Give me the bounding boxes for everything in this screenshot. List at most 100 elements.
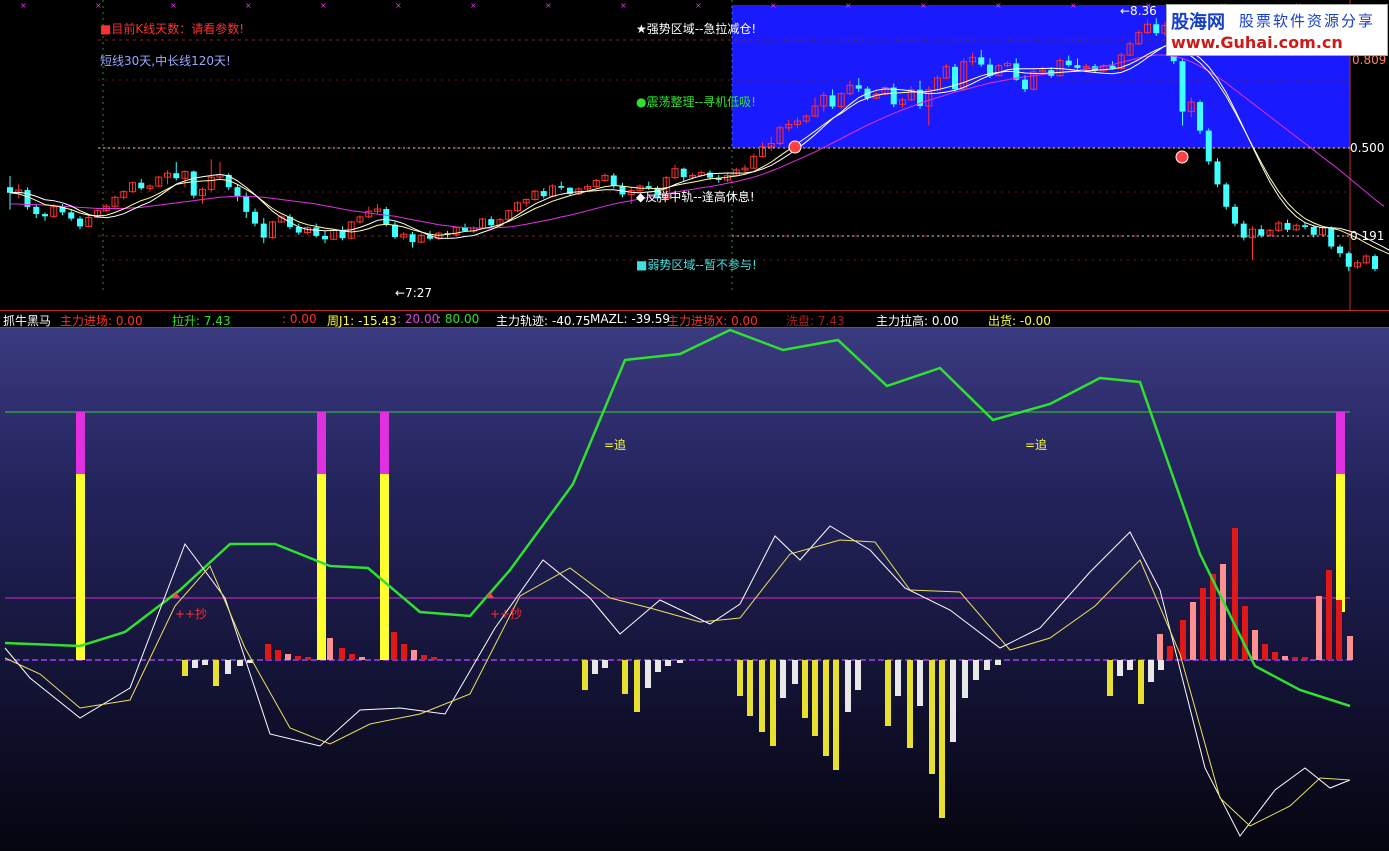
negative-bar bbox=[802, 660, 808, 718]
candle bbox=[1240, 223, 1247, 238]
buy-label-2: ++抄 bbox=[490, 607, 523, 621]
top-marker: × bbox=[245, 1, 252, 10]
negative-bar bbox=[213, 660, 219, 686]
candle bbox=[7, 187, 13, 193]
price-chart-panel[interactable]: ×××××××××××××××××× ■目前K线天数：请看参数! 短线30天,中… bbox=[0, 0, 1389, 310]
negative-bar bbox=[907, 660, 913, 748]
red-bar bbox=[1220, 564, 1226, 660]
candle bbox=[1345, 253, 1352, 267]
red-bar bbox=[265, 644, 271, 660]
indicator-main-entry: 主力进场: 0.00 bbox=[60, 314, 143, 328]
negative-bar bbox=[962, 660, 968, 698]
candle bbox=[488, 219, 495, 226]
red-bar bbox=[1200, 588, 1206, 660]
negative-bar bbox=[845, 660, 851, 712]
candle bbox=[1109, 65, 1116, 69]
red-bar bbox=[391, 632, 397, 660]
red-bar bbox=[411, 650, 417, 660]
indicator-name: 抓牛黑马 bbox=[3, 314, 52, 328]
red-bar bbox=[421, 655, 427, 660]
indicator-level-20: : 20.00 bbox=[397, 312, 440, 326]
candle bbox=[558, 186, 565, 188]
negative-bar bbox=[929, 660, 935, 774]
indicator-pull-up: 拉升: 7.43 bbox=[172, 314, 231, 328]
candle bbox=[383, 209, 390, 225]
candle bbox=[890, 87, 897, 105]
candle bbox=[243, 196, 250, 212]
y-label-mid: 0.500 bbox=[1350, 141, 1385, 155]
candle bbox=[1223, 184, 1230, 207]
indicator-main-raise: 主力拉高: 0.00 bbox=[876, 314, 959, 328]
candle bbox=[252, 211, 258, 224]
top-marker: × bbox=[770, 1, 777, 10]
indicator-main-entry-x: 主力进场X: 0.00 bbox=[667, 314, 758, 328]
annotation-shock-zone: ●震荡整理--寻机低吸! bbox=[636, 95, 756, 109]
top-marker: × bbox=[395, 1, 402, 10]
top-marker: × bbox=[545, 1, 552, 10]
candle bbox=[260, 223, 267, 238]
indicator-chart[interactable] bbox=[0, 328, 1389, 851]
candle bbox=[409, 234, 416, 243]
top-marker: × bbox=[20, 1, 27, 10]
negative-bar bbox=[984, 660, 990, 670]
candle bbox=[1310, 226, 1317, 235]
red-bar bbox=[359, 657, 365, 660]
annotation-kline-days: ■目前K线天数：请看参数! bbox=[100, 22, 245, 36]
negative-bar bbox=[995, 660, 1001, 665]
signal-bar-top bbox=[380, 412, 389, 474]
negative-bar bbox=[759, 660, 765, 732]
negative-bar bbox=[1117, 660, 1123, 676]
red-bar bbox=[1292, 657, 1298, 660]
red-bar bbox=[295, 656, 301, 660]
candle bbox=[680, 168, 687, 178]
candle bbox=[1153, 24, 1160, 34]
negative-bar bbox=[1138, 660, 1144, 704]
annotation-strong-zone: ★强势区域--急拉减仓! bbox=[636, 22, 757, 36]
negative-bar bbox=[634, 660, 640, 712]
top-marker: × bbox=[620, 1, 627, 10]
indicator-panel[interactable]: =追 =追 ++抄 ++抄 bbox=[0, 328, 1389, 851]
candle bbox=[392, 224, 398, 238]
negative-bar bbox=[895, 660, 901, 696]
red-bar bbox=[1316, 596, 1322, 660]
candle bbox=[829, 95, 836, 107]
logo-name: 股海网 bbox=[1171, 12, 1225, 33]
red-bar bbox=[1167, 646, 1173, 660]
negative-bar bbox=[665, 660, 671, 666]
candle bbox=[978, 57, 985, 65]
red-bar bbox=[1282, 656, 1288, 660]
red-bar bbox=[275, 650, 281, 660]
negative-bar bbox=[812, 660, 818, 736]
annotation-rebound-zone: ◆反弹中轨--逢高休息! bbox=[636, 190, 755, 204]
candle bbox=[1284, 223, 1291, 230]
signal-bar-bottom bbox=[1336, 474, 1345, 612]
main-track-line bbox=[4, 328, 1351, 708]
negative-bar bbox=[747, 660, 753, 716]
red-bar bbox=[1302, 657, 1308, 660]
negative-bar bbox=[225, 660, 231, 674]
negative-bar bbox=[645, 660, 651, 688]
negative-bar bbox=[855, 660, 861, 690]
candle bbox=[77, 218, 83, 227]
annotation-ma-params: 短线30天,中长线120天! bbox=[100, 54, 231, 68]
red-bar bbox=[1272, 652, 1278, 660]
candle bbox=[42, 214, 48, 217]
negative-bar bbox=[1158, 660, 1164, 670]
red-bar bbox=[285, 654, 291, 660]
oscillator-yellow-line bbox=[4, 539, 1351, 827]
candle bbox=[1197, 102, 1203, 131]
candle bbox=[190, 171, 197, 196]
red-bar bbox=[431, 657, 437, 660]
indicator-zero: : 0.00 bbox=[282, 312, 317, 326]
red-bar bbox=[1326, 570, 1332, 660]
candle bbox=[234, 187, 241, 197]
negative-bar bbox=[885, 660, 891, 726]
indicator-main-track: 主力轨迹: -40.75 bbox=[496, 314, 591, 328]
red-bar bbox=[1262, 644, 1268, 660]
negative-bar bbox=[622, 660, 628, 694]
annotation-weak-zone: ■弱势区域--暂不参与! bbox=[636, 258, 757, 272]
indicator-mazl: MAZL: -39.59 bbox=[590, 312, 671, 326]
negative-bar bbox=[237, 660, 243, 666]
signal-bar-top bbox=[317, 412, 326, 474]
candle bbox=[1074, 65, 1081, 68]
